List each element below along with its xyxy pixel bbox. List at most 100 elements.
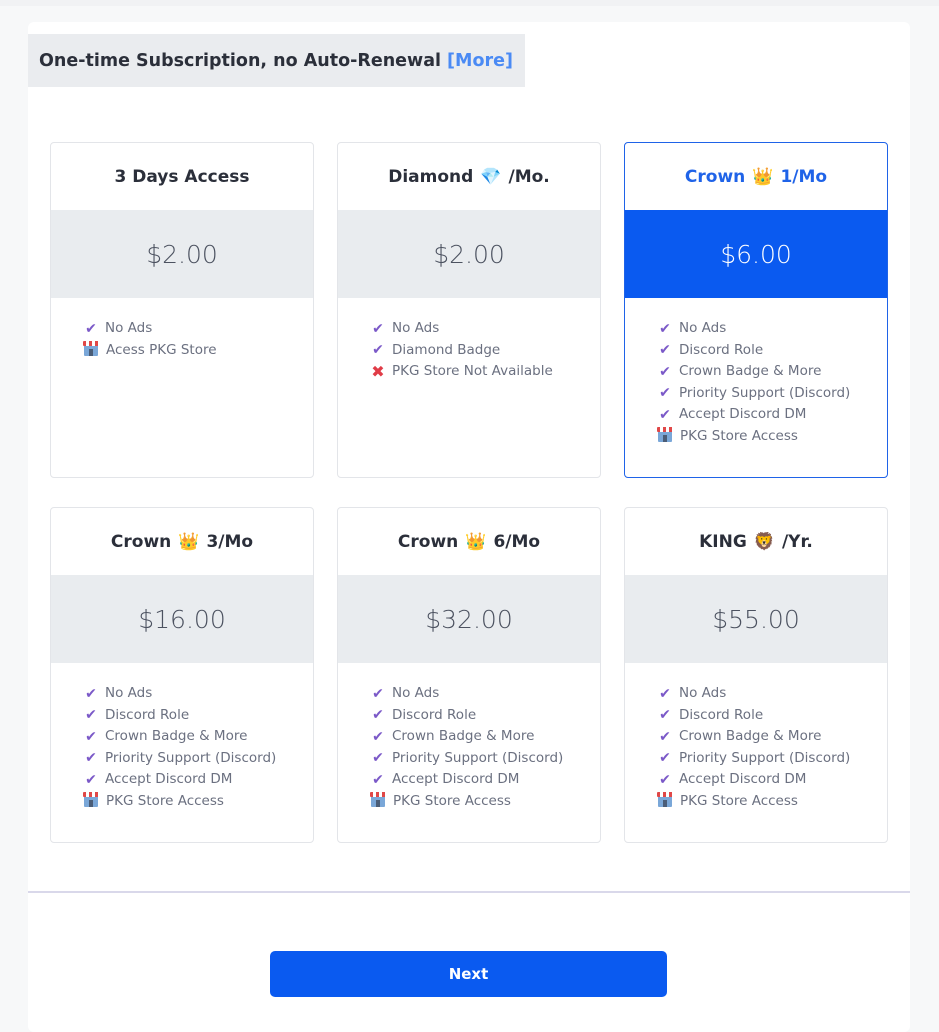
plan-feature-label: Accept Discord DM bbox=[392, 771, 520, 787]
plan-period: 1/Mo bbox=[780, 166, 828, 187]
plan-feature-label: PKG Store Access bbox=[106, 792, 224, 809]
plan-title-text: Crown bbox=[684, 166, 746, 187]
plan-title-text: Crown bbox=[397, 531, 459, 552]
check-icon: ✔ bbox=[659, 342, 671, 359]
plan-feature-label: No Ads bbox=[105, 320, 153, 336]
plan-title: Crown 👑 1/Mo bbox=[625, 143, 887, 210]
check-icon: ✔ bbox=[372, 707, 384, 724]
plan-feature: ✔ No Ads bbox=[655, 318, 887, 340]
plan-price: $32.00 bbox=[338, 575, 600, 663]
plan-feature-list: ✔ No Ads ✔ Discord Role ✔ Crown Badge & More ✔… bbox=[625, 663, 887, 812]
plan-card[interactable]: Crown 👑 1/Mo $6.00 ✔ No Ads ✔ Discord Role ✔ Crow… bbox=[624, 142, 888, 478]
plan-title: 3 Days Access bbox=[51, 143, 313, 210]
plan-title: KING 🦁 /Yr. bbox=[625, 508, 887, 575]
check-icon: ✔ bbox=[659, 385, 671, 402]
store-icon bbox=[657, 427, 673, 443]
plan-feature-label: Priority Support (Discord) bbox=[392, 749, 564, 766]
check-icon: ✔ bbox=[372, 342, 384, 359]
plan-price: $2.00 bbox=[338, 210, 600, 298]
plan-feature: ✔ Crown Badge & More bbox=[81, 726, 313, 748]
plan-card[interactable]: KING 🦁 /Yr. $55.00 ✔ No Ads ✔ Discord Role ✔ Crow… bbox=[624, 507, 888, 843]
plan-feature-label: Discord Role bbox=[392, 706, 477, 723]
plan-card[interactable]: Crown 👑 6/Mo $32.00 ✔ No Ads ✔ Discord Role ✔ Cro… bbox=[337, 507, 601, 843]
next-button[interactable]: Next bbox=[270, 951, 667, 997]
check-icon: ✔ bbox=[659, 728, 671, 745]
plan-feature: PKG Store Access bbox=[368, 791, 600, 813]
plan-card[interactable]: 3 Days Access $2.00 ✔ No Ads Acess PKG Store bbox=[50, 142, 314, 478]
plan-feature: ✔ Priority Support (Discord) bbox=[368, 748, 600, 770]
store-icon bbox=[370, 792, 386, 808]
check-icon: ✔ bbox=[659, 750, 671, 767]
subscription-panel: One-time Subscription, no Auto-Renewal [… bbox=[28, 22, 910, 1032]
plan-feature: PKG Store Access bbox=[81, 791, 313, 813]
plan-feature-list: ✔ No Ads ✔ Discord Role ✔ Crown Badge & More ✔… bbox=[338, 663, 600, 812]
plan-feature: ✔ No Ads bbox=[81, 683, 313, 705]
plan-feature: ✔ No Ads bbox=[368, 683, 600, 705]
plan-feature: ✔ Discord Role bbox=[368, 705, 600, 727]
plan-price: $2.00 bbox=[51, 210, 313, 298]
plan-period: 6/Mo bbox=[493, 531, 541, 552]
check-icon: ✔ bbox=[372, 320, 384, 337]
plan-card[interactable]: Diamond 💎 /Mo. $2.00 ✔ No Ads ✔ Diamond Badge ✖ P… bbox=[337, 142, 601, 478]
check-icon: ✔ bbox=[372, 728, 384, 745]
plan-feature: ✔ No Ads bbox=[81, 318, 313, 340]
plan-feature-label: PKG Store Access bbox=[680, 792, 798, 809]
subscription-header: One-time Subscription, no Auto-Renewal [… bbox=[28, 34, 525, 87]
plan-feature: ✔ Accept Discord DM bbox=[655, 404, 887, 426]
store-icon bbox=[83, 341, 99, 357]
plan-title: Diamond 💎 /Mo. bbox=[338, 143, 600, 210]
store-icon bbox=[657, 792, 673, 808]
plan-feature: ✔ Crown Badge & More bbox=[655, 361, 887, 383]
plan-title: Crown 👑 3/Mo bbox=[51, 508, 313, 575]
plan-feature: ✔ Priority Support (Discord) bbox=[81, 748, 313, 770]
more-link[interactable]: [More] bbox=[447, 51, 513, 71]
check-icon: ✔ bbox=[372, 685, 384, 702]
plan-feature: ✔ Accept Discord DM bbox=[368, 769, 600, 791]
plan-emoji-icon: 💎 bbox=[480, 166, 502, 187]
check-icon: ✔ bbox=[372, 750, 384, 767]
check-icon: ✔ bbox=[659, 685, 671, 702]
plan-feature-label: Crown Badge & More bbox=[679, 728, 822, 744]
check-icon: ✔ bbox=[85, 320, 97, 337]
plan-feature-label: Crown Badge & More bbox=[679, 363, 822, 379]
plan-period: /Yr. bbox=[781, 531, 813, 552]
plan-feature-label: Diamond Badge bbox=[392, 341, 501, 358]
check-icon: ✔ bbox=[85, 771, 97, 788]
plan-feature: ✔ Crown Badge & More bbox=[368, 726, 600, 748]
plan-feature: ✔ Crown Badge & More bbox=[655, 726, 887, 748]
plan-feature-label: Discord Role bbox=[679, 341, 764, 358]
plan-title-text: 3 Days Access bbox=[114, 166, 250, 187]
plan-feature: Acess PKG Store bbox=[81, 340, 313, 362]
plan-period: 3/Mo bbox=[206, 531, 254, 552]
check-icon: ✔ bbox=[85, 750, 97, 767]
check-icon: ✔ bbox=[85, 685, 97, 702]
plan-feature-label: Accept Discord DM bbox=[105, 771, 233, 787]
plan-price: $16.00 bbox=[51, 575, 313, 663]
store-icon bbox=[83, 792, 99, 808]
plan-title-text: KING bbox=[699, 531, 747, 552]
plan-feature-label: Acess PKG Store bbox=[106, 341, 217, 358]
plan-feature-list: ✔ No Ads ✔ Diamond Badge ✖ PKG Store Not Avai… bbox=[338, 298, 600, 383]
plan-feature-label: No Ads bbox=[105, 685, 153, 701]
top-divider bbox=[0, 0, 939, 6]
plan-feature-label: No Ads bbox=[392, 685, 440, 701]
plan-feature: ✔ Discord Role bbox=[81, 705, 313, 727]
plan-emoji-icon: 🦁 bbox=[753, 531, 775, 552]
plan-emoji-icon: 👑 bbox=[752, 166, 774, 187]
plan-feature: ✔ Discord Role bbox=[655, 340, 887, 362]
cross-icon: ✖ bbox=[371, 361, 385, 381]
plan-feature: ✔ No Ads bbox=[368, 318, 600, 340]
plan-card[interactable]: Crown 👑 3/Mo $16.00 ✔ No Ads ✔ Discord Role ✔ Cro… bbox=[50, 507, 314, 843]
check-icon: ✔ bbox=[659, 771, 671, 788]
plan-feature-list: ✔ No Ads Acess PKG Store bbox=[51, 298, 313, 361]
check-icon: ✔ bbox=[372, 771, 384, 788]
plan-feature: ✔ No Ads bbox=[655, 683, 887, 705]
plan-feature-label: Crown Badge & More bbox=[105, 728, 248, 744]
plan-price: $55.00 bbox=[625, 575, 887, 663]
plan-feature: ✖ PKG Store Not Available bbox=[368, 361, 600, 383]
plan-feature: ✔ Priority Support (Discord) bbox=[655, 748, 887, 770]
plan-feature: ✔ Discord Role bbox=[655, 705, 887, 727]
plan-feature-label: PKG Store Access bbox=[393, 792, 511, 809]
plan-feature: PKG Store Access bbox=[655, 426, 887, 448]
plan-feature-label: PKG Store Access bbox=[680, 427, 798, 444]
